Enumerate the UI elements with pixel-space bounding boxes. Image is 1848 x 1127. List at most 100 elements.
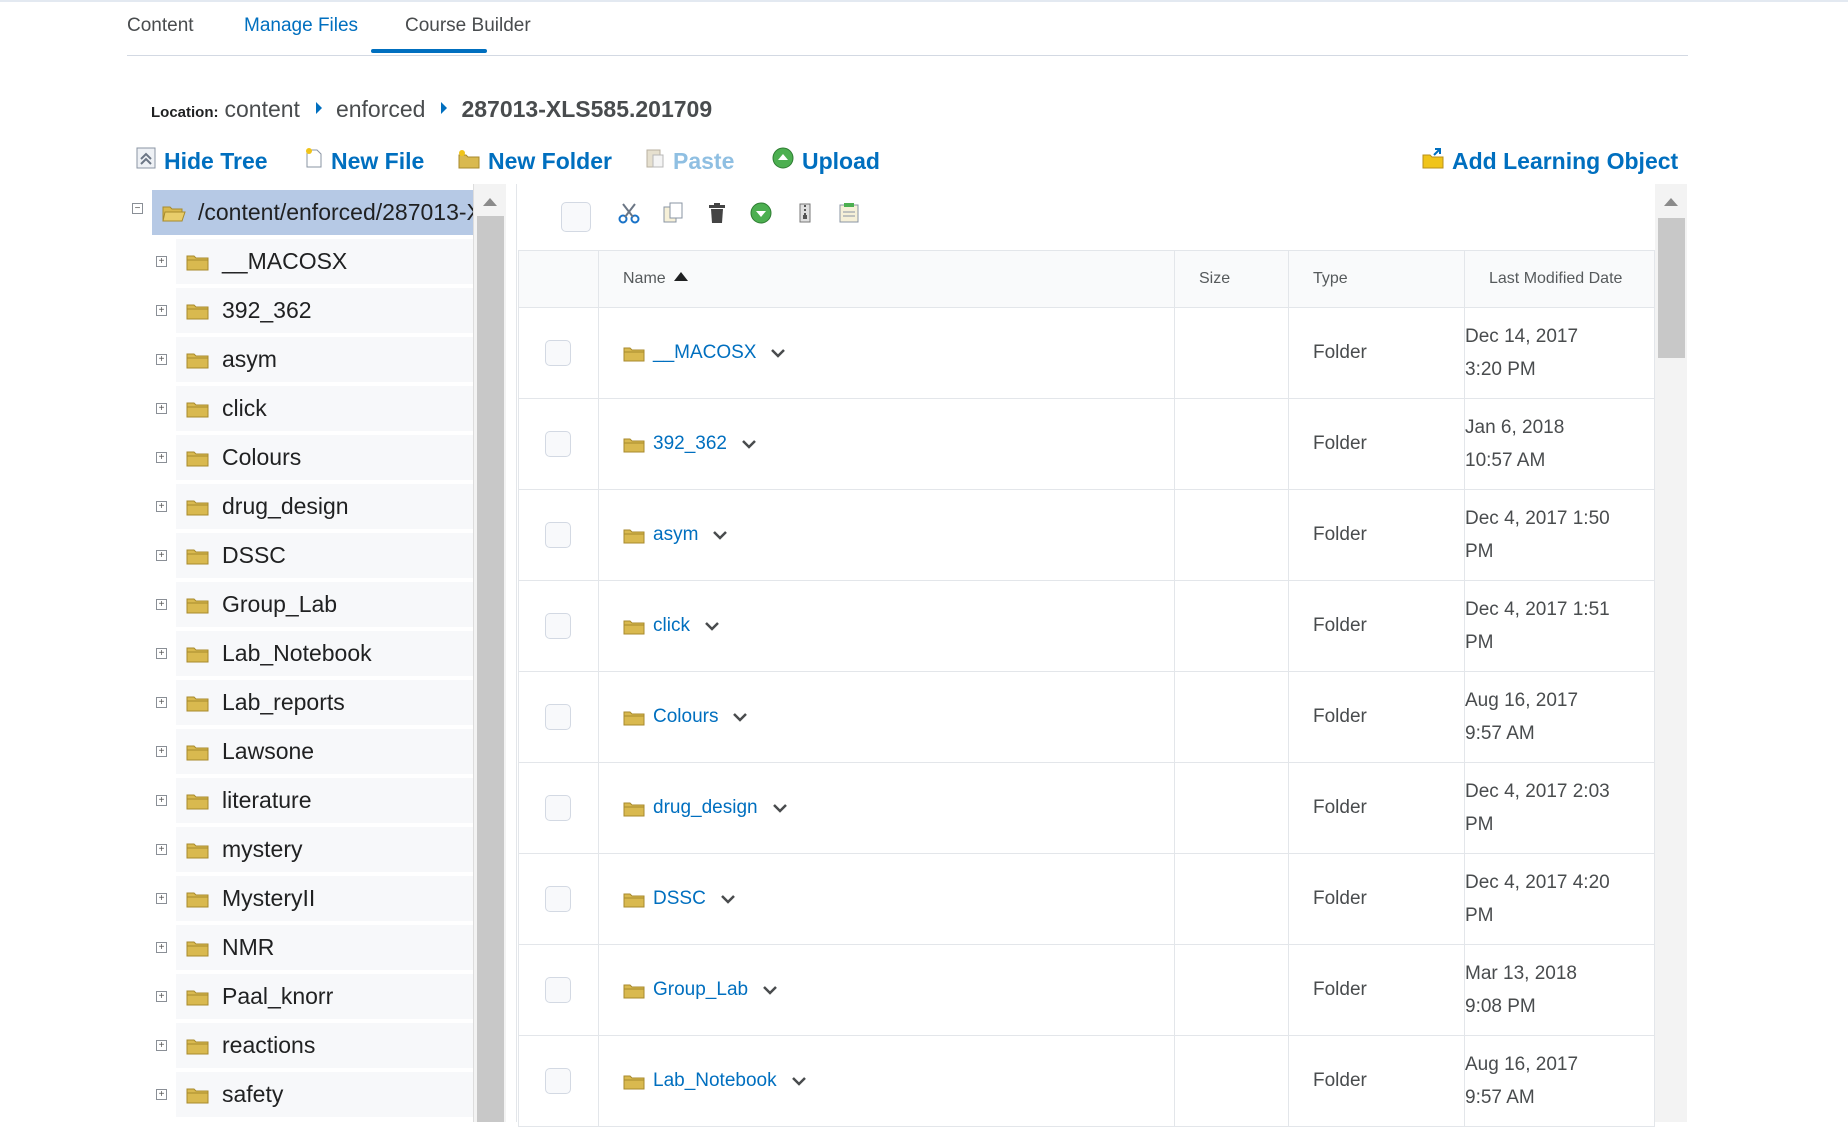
expand-icon[interactable]: + — [156, 1089, 167, 1100]
row-checkbox[interactable] — [545, 795, 571, 821]
select-all-checkbox[interactable] — [561, 202, 591, 232]
header-type[interactable]: Type — [1288, 250, 1465, 308]
table-row[interactable]: click Folder Dec 4, 2017 1:51 PM — [518, 580, 1655, 672]
tree-item[interactable]: NMR — [176, 925, 473, 970]
header-name[interactable]: Name — [598, 250, 1175, 308]
chevron-down-icon[interactable] — [770, 342, 786, 364]
tree-item[interactable]: 392_362 — [176, 288, 473, 333]
tree-scrollbar[interactable] — [473, 184, 506, 1122]
chevron-down-icon[interactable] — [720, 888, 736, 910]
cut-icon[interactable] — [618, 202, 640, 224]
expand-icon[interactable]: + — [156, 648, 167, 659]
chevron-down-icon[interactable] — [704, 615, 720, 637]
file-name-link[interactable]: Group_Lab — [653, 979, 748, 1001]
expand-icon[interactable]: + — [156, 354, 167, 365]
row-checkbox[interactable] — [545, 613, 571, 639]
tree-item[interactable]: asym — [176, 337, 473, 382]
tree-item[interactable]: Paal_knorr — [176, 974, 473, 1019]
table-row[interactable]: Group_Lab Folder Mar 13, 2018 9:08 PM — [518, 944, 1655, 1036]
breadcrumb-item-content[interactable]: content — [225, 96, 300, 123]
tree-item[interactable]: safety — [176, 1072, 473, 1117]
expand-icon[interactable]: + — [156, 550, 167, 561]
expand-icon[interactable]: + — [156, 697, 167, 708]
row-checkbox[interactable] — [545, 522, 571, 548]
tree-item[interactable]: Group_Lab — [176, 582, 473, 627]
copy-icon[interactable] — [662, 202, 684, 224]
tree-item[interactable]: drug_design — [176, 484, 473, 529]
chevron-down-icon[interactable] — [741, 433, 757, 455]
tree-item[interactable]: Lawsone — [176, 729, 473, 774]
add-learning-object-button[interactable]: Add Learning Object — [1422, 146, 1678, 176]
tree-item[interactable]: Lab_Notebook — [176, 631, 473, 676]
unzip-icon[interactable] — [838, 202, 860, 224]
expand-icon[interactable]: + — [156, 991, 167, 1002]
file-name-link[interactable]: asym — [653, 524, 698, 546]
expand-icon[interactable]: + — [156, 1040, 167, 1051]
row-checkbox[interactable] — [545, 1068, 571, 1094]
tab-content[interactable]: Content — [127, 15, 194, 37]
expand-icon[interactable]: + — [156, 942, 167, 953]
expand-icon[interactable]: + — [156, 305, 167, 316]
zip-icon[interactable] — [794, 202, 816, 224]
expand-icon[interactable]: + — [156, 893, 167, 904]
file-name-link[interactable]: DSSC — [653, 888, 706, 910]
table-row[interactable]: asym Folder Dec 4, 2017 1:50 PM — [518, 489, 1655, 581]
tree-item[interactable]: DSSC — [176, 533, 473, 578]
tree-item[interactable]: click — [176, 386, 473, 431]
tree-item[interactable]: mystery — [176, 827, 473, 872]
row-checkbox[interactable] — [545, 704, 571, 730]
tree-item[interactable]: MysteryII — [176, 876, 473, 921]
table-row[interactable]: drug_design Folder Dec 4, 2017 2:03 PM — [518, 762, 1655, 854]
tree-scrollbar-thumb[interactable] — [477, 216, 504, 1122]
table-row[interactable]: Colours Folder Aug 16, 2017 9:57 AM — [518, 671, 1655, 763]
upload-button[interactable]: Upload — [772, 146, 880, 176]
file-name-link[interactable]: click — [653, 615, 690, 637]
expand-icon[interactable]: + — [156, 501, 167, 512]
expand-icon[interactable]: + — [156, 256, 167, 267]
tab-course-builder[interactable]: Course Builder — [405, 15, 531, 37]
row-checkbox[interactable] — [545, 431, 571, 457]
tab-manage-files[interactable]: Manage Files — [244, 15, 358, 37]
tree-root-node[interactable]: /content/enforced/287013-XLS585.201709 — [152, 190, 473, 235]
tree-item[interactable]: reactions — [176, 1023, 473, 1068]
new-folder-button[interactable]: New Folder — [458, 146, 612, 176]
expand-icon[interactable]: + — [156, 746, 167, 757]
row-checkbox[interactable] — [545, 340, 571, 366]
chevron-down-icon[interactable] — [712, 524, 728, 546]
scroll-up-icon[interactable] — [483, 198, 497, 206]
chevron-down-icon[interactable] — [791, 1070, 807, 1092]
new-file-button[interactable]: New File — [305, 146, 424, 176]
expand-icon[interactable]: + — [156, 795, 167, 806]
delete-icon[interactable] — [706, 202, 728, 224]
file-list-scrollbar[interactable] — [1655, 184, 1687, 1122]
row-checkbox[interactable] — [545, 977, 571, 1003]
header-size[interactable]: Size — [1174, 250, 1289, 308]
tree-item[interactable]: __MACOSX — [176, 239, 473, 284]
expand-icon[interactable]: + — [156, 403, 167, 414]
download-icon[interactable] — [750, 202, 772, 224]
file-name-link[interactable]: 392_362 — [653, 433, 727, 455]
file-list-scrollbar-thumb[interactable] — [1658, 218, 1685, 358]
expand-icon[interactable]: + — [156, 599, 167, 610]
expand-icon[interactable]: + — [156, 452, 167, 463]
file-name-link[interactable]: Lab_Notebook — [653, 1070, 777, 1092]
chevron-down-icon[interactable] — [772, 797, 788, 819]
tree-item[interactable]: literature — [176, 778, 473, 823]
file-name-link[interactable]: drug_design — [653, 797, 758, 819]
header-modified[interactable]: Last Modified Date — [1464, 250, 1655, 308]
table-row[interactable]: __MACOSX Folder Dec 14, 2017 3:20 PM — [518, 307, 1655, 399]
chevron-down-icon[interactable] — [762, 979, 778, 1001]
file-name-link[interactable]: __MACOSX — [653, 342, 756, 364]
chevron-down-icon[interactable] — [732, 706, 748, 728]
tree-item[interactable]: Lab_reports — [176, 680, 473, 725]
table-row[interactable]: Lab_Notebook Folder Aug 16, 2017 9:57 AM — [518, 1035, 1655, 1127]
breadcrumb-item-enforced[interactable]: enforced — [336, 96, 426, 123]
paste-button[interactable]: Paste — [645, 146, 734, 176]
tree-item[interactable]: Colours — [176, 435, 473, 480]
table-row[interactable]: DSSC Folder Dec 4, 2017 4:20 PM — [518, 853, 1655, 945]
scroll-up-icon[interactable] — [1664, 198, 1678, 206]
expand-icon[interactable]: + — [156, 844, 167, 855]
file-name-link[interactable]: Colours — [653, 706, 718, 728]
hide-tree-button[interactable]: Hide Tree — [136, 146, 268, 176]
row-checkbox[interactable] — [545, 886, 571, 912]
